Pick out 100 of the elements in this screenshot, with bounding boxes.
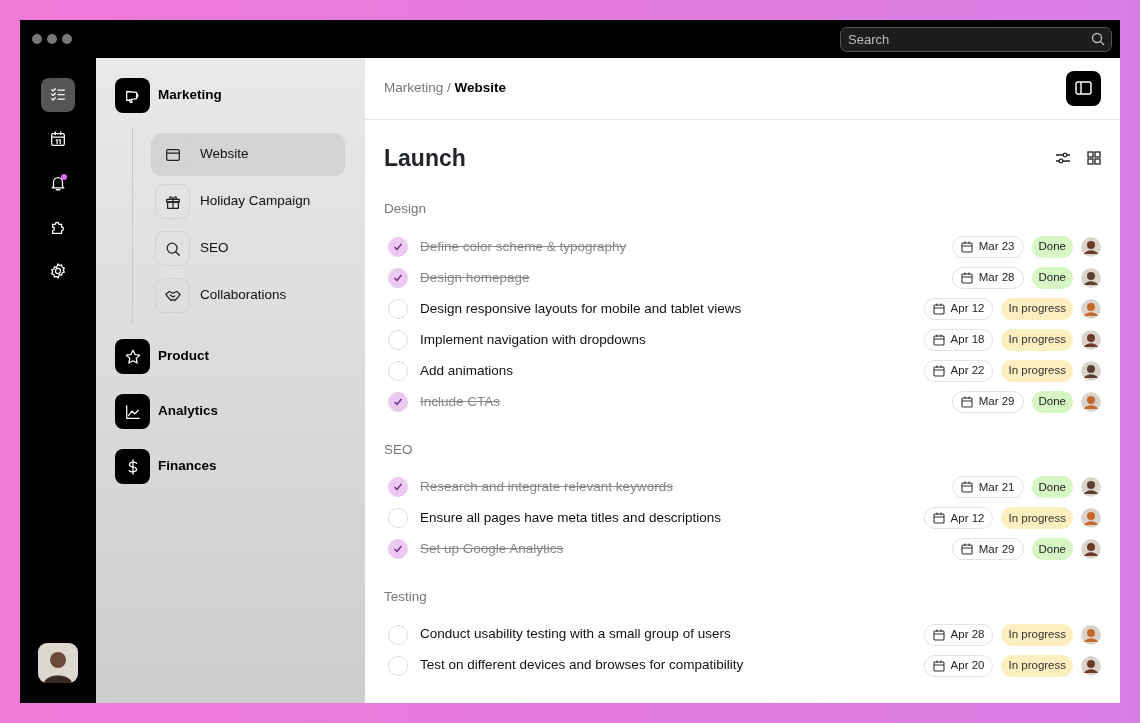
window-dot[interactable] <box>62 34 72 44</box>
task-title: Design homepage <box>420 268 531 287</box>
assignee-avatar <box>1081 655 1101 676</box>
task-checkbox[interactable] <box>388 624 408 645</box>
task-checkbox[interactable] <box>388 268 408 288</box>
due-date: Mar 23 <box>978 239 1015 255</box>
search-icon <box>1091 31 1105 46</box>
window-dot[interactable] <box>47 34 57 44</box>
assignee-avatar <box>1081 392 1101 412</box>
task-checkbox[interactable] <box>388 392 408 412</box>
user-avatar[interactable] <box>38 643 78 683</box>
status-badge: In progress <box>1001 623 1073 646</box>
assignee-avatar <box>1081 330 1101 350</box>
filter-sliders-icon[interactable] <box>1055 151 1071 166</box>
due-date: Mar 21 <box>978 479 1015 495</box>
task-checkbox[interactable] <box>388 477 408 498</box>
window-dot[interactable] <box>32 34 42 44</box>
assignee-avatar <box>1081 624 1101 645</box>
task-checkbox[interactable] <box>388 237 408 257</box>
checklist-tab[interactable] <box>41 78 75 112</box>
settings-icon <box>49 262 67 280</box>
task-title: Add animations <box>420 361 515 380</box>
assignee-avatar <box>1081 361 1101 381</box>
due-date: Mar 28 <box>978 270 1015 286</box>
assignee-avatar <box>1081 237 1101 257</box>
calendar-icon <box>932 365 945 377</box>
due-date: Mar 29 <box>978 394 1015 410</box>
calendar-icon <box>932 334 945 346</box>
status-badge: In progress <box>1001 360 1073 382</box>
assignee-avatar <box>1081 299 1101 319</box>
assignee-avatar <box>1081 508 1101 529</box>
status-badge: In progress <box>1001 329 1073 351</box>
star-icon <box>123 347 142 366</box>
status-badge: In progress <box>1001 507 1073 530</box>
grid-view-icon[interactable] <box>1087 151 1101 166</box>
sidebar-group[interactable]: Product <box>115 339 209 374</box>
task-checkbox[interactable] <box>388 655 408 676</box>
status-badge: In progress <box>1001 298 1073 320</box>
breadcrumb: Marketing / Website <box>384 79 507 98</box>
section-heading: Design <box>384 200 428 219</box>
task-checkbox[interactable] <box>388 539 408 560</box>
calendar-icon <box>960 241 973 253</box>
calendar-icon <box>960 543 973 556</box>
task-checkbox[interactable] <box>388 508 408 529</box>
task-checkbox[interactable] <box>388 361 408 381</box>
due-date: Mar 29 <box>978 541 1015 557</box>
calendar-icon <box>960 396 973 408</box>
task-title: Define color scheme & typography <box>420 237 628 256</box>
check-icon <box>393 544 403 555</box>
calendar-icon <box>960 272 973 284</box>
task-checkbox[interactable] <box>388 330 408 350</box>
sidebar-group[interactable]: Finances <box>115 449 217 484</box>
sidebar-group[interactable]: Analytics <box>115 394 219 429</box>
assignee-avatar <box>1081 268 1101 288</box>
due-date: Apr 18 <box>950 332 985 348</box>
status-badge: Done <box>1031 236 1073 258</box>
search-field[interactable]: Search <box>840 26 1112 52</box>
assignee-avatar <box>1081 539 1101 560</box>
calendar-icon <box>932 628 945 641</box>
sidebar-item[interactable]: SEO <box>151 227 345 270</box>
sidebar-toggle-button[interactable] <box>1066 70 1101 106</box>
line-chart-icon <box>123 402 142 421</box>
status-badge: Done <box>1031 476 1073 499</box>
calendar-icon <box>960 481 973 494</box>
check-icon <box>393 482 403 493</box>
task-title: Test on different devices and browses for compatibility <box>420 656 745 675</box>
calendar-icon <box>49 130 67 148</box>
status-badge: In progress <box>1001 654 1073 677</box>
task-title: Set up Google Analytics <box>420 540 565 559</box>
task-checkbox[interactable] <box>388 299 408 319</box>
check-icon <box>393 397 403 407</box>
sidebar-item[interactable]: Collaborations <box>151 274 345 317</box>
due-date: Apr 28 <box>950 626 985 642</box>
task-title: Research and integrate relevant keywords <box>420 478 674 497</box>
status-badge: Done <box>1031 267 1073 289</box>
task-title: Include CTAs <box>420 392 502 411</box>
task-title: Implement navigation with dropdowns <box>420 330 647 349</box>
task-title: Design responsive layouts for mobile and tablet views <box>420 299 743 318</box>
due-date: Apr 12 <box>950 301 985 317</box>
calendar-icon <box>932 659 945 672</box>
section-heading: Testing <box>384 587 428 606</box>
check-icon <box>393 242 403 252</box>
sidebar-item[interactable]: Holiday Campaign <box>151 180 345 223</box>
sidebar-group[interactable]: Marketing <box>115 78 222 113</box>
section-heading: SEO <box>384 440 414 459</box>
calendar-icon <box>932 303 945 315</box>
bell-icon <box>49 174 67 192</box>
due-date: Apr 12 <box>950 510 985 526</box>
check-icon <box>393 273 403 283</box>
page-title: Launch <box>384 144 466 173</box>
status-badge: Done <box>1031 391 1073 413</box>
due-date: Apr 20 <box>950 657 985 673</box>
task-title: Conduct usability testing with a small group of users <box>420 625 732 644</box>
task-title: Ensure all pages have meta titles and descriptions <box>420 509 722 528</box>
sidebar-panel-icon <box>1075 81 1092 96</box>
status-badge: Done <box>1031 538 1073 561</box>
due-date: Apr 22 <box>950 363 985 379</box>
calendar-icon <box>932 512 945 525</box>
assignee-avatar <box>1081 477 1101 498</box>
sidebar-item[interactable]: Website <box>151 133 345 176</box>
